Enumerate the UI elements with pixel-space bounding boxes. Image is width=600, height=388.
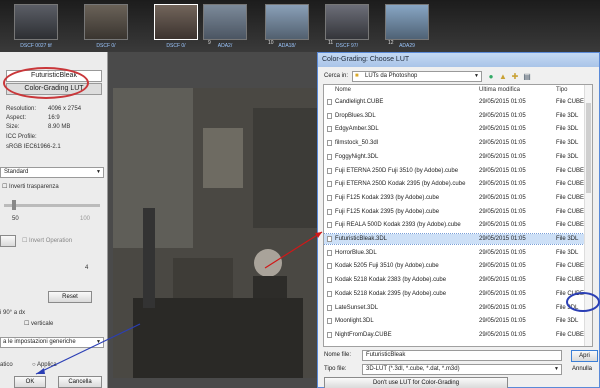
- blue-arrow: [35, 323, 141, 375]
- annotation-overlay: [35, 231, 323, 375]
- red-arrow-head: [315, 232, 322, 238]
- red-arrow: [264, 231, 323, 269]
- blue-arrow-head: [36, 368, 45, 374]
